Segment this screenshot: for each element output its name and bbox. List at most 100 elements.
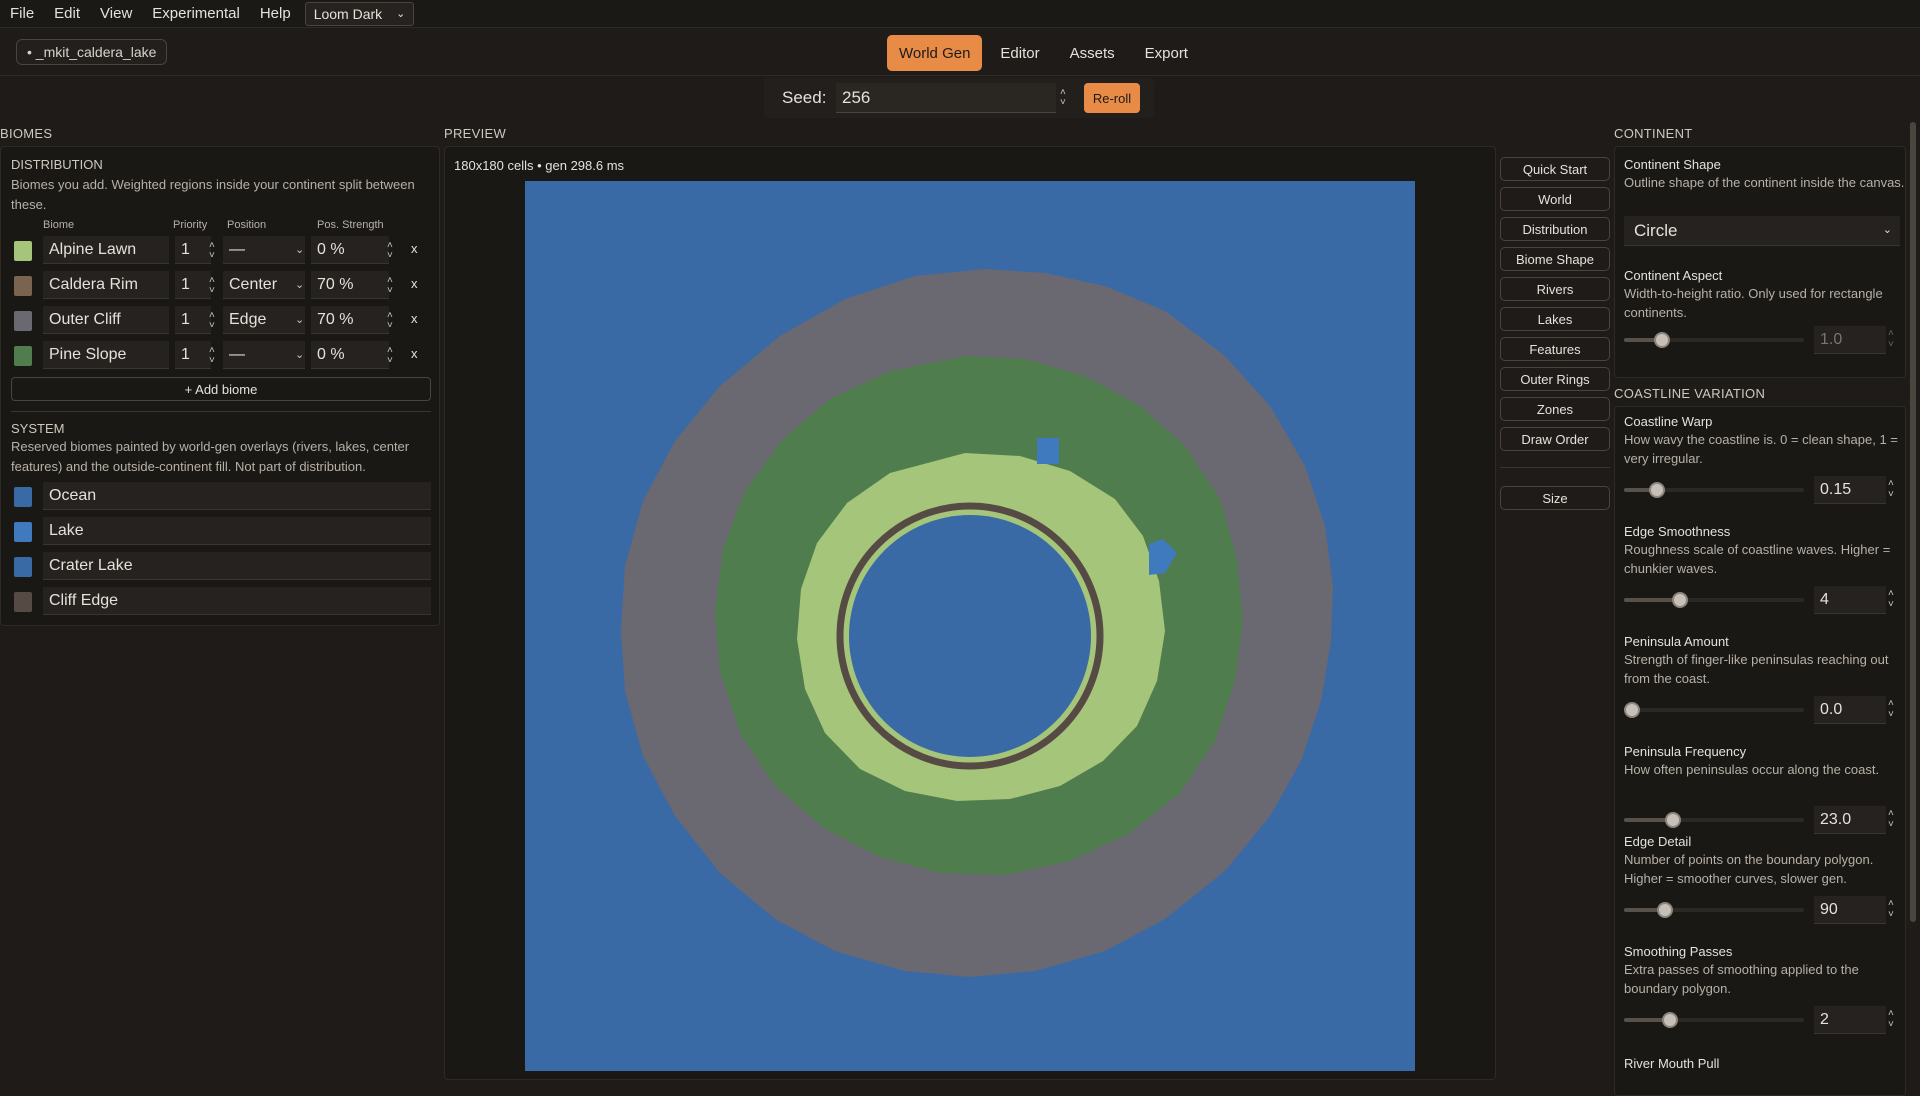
nav-rivers-button[interactable]: Rivers: [1500, 277, 1610, 301]
nav-size-button[interactable]: Size: [1500, 486, 1610, 510]
biome-color-swatch[interactable]: [14, 241, 32, 261]
position-select[interactable]: Edge: [223, 306, 305, 334]
nav-features-button[interactable]: Features: [1500, 337, 1610, 361]
continent-shape-select[interactable]: Circle ⌄: [1624, 216, 1900, 246]
menu-view[interactable]: View: [90, 5, 142, 22]
param-stepper[interactable]: ˄ ˅: [1888, 808, 1894, 830]
param-value-input[interactable]: 4: [1814, 586, 1886, 614]
chevron-down-icon[interactable]: ˅: [209, 251, 215, 261]
param-slider[interactable]: [1624, 592, 1804, 608]
chevron-down-icon[interactable]: ˅: [209, 286, 215, 296]
biome-name-input[interactable]: Caldera Rim: [43, 271, 169, 299]
seed-stepper[interactable]: ˄ ˅: [1060, 84, 1066, 112]
nav-lakes-button[interactable]: Lakes: [1500, 307, 1610, 331]
param-value-input[interactable]: 0.15: [1814, 476, 1886, 504]
nav-quick-start-button[interactable]: Quick Start: [1500, 157, 1610, 181]
param-value-input[interactable]: 23.0: [1814, 806, 1886, 834]
chevron-up-icon[interactable]: ˄: [1888, 808, 1894, 819]
priority-input[interactable]: 1: [175, 271, 211, 299]
slider-knob[interactable]: [1665, 812, 1681, 828]
menu-edit[interactable]: Edit: [44, 5, 90, 22]
chevron-up-icon[interactable]: ˄: [1888, 898, 1894, 909]
continent-aspect-input[interactable]: 1.0: [1814, 326, 1886, 354]
chevron-up-icon[interactable]: ˄: [1888, 328, 1894, 339]
chevron-up-icon[interactable]: ˄: [1888, 588, 1894, 599]
param-value-input[interactable]: 2: [1814, 1006, 1886, 1034]
nav-world-button[interactable]: World: [1500, 187, 1610, 211]
pos-strength-input[interactable]: 70 %: [311, 306, 389, 334]
pos-strength-stepper[interactable]: ˄ ˅: [387, 237, 393, 265]
chevron-down-icon[interactable]: ˅: [387, 321, 393, 331]
remove-biome-button[interactable]: x: [411, 311, 418, 326]
tab-assets[interactable]: Assets: [1058, 35, 1127, 71]
param-slider[interactable]: [1624, 702, 1804, 718]
remove-biome-button[interactable]: x: [411, 346, 418, 361]
menu-help[interactable]: Help: [250, 5, 301, 22]
priority-input[interactable]: 1: [175, 341, 211, 369]
param-stepper[interactable]: ˄ ˅: [1888, 898, 1894, 920]
reroll-button[interactable]: Re-roll: [1084, 83, 1140, 113]
chevron-down-icon[interactable]: ˅: [387, 286, 393, 296]
chevron-down-icon[interactable]: ˅: [387, 356, 393, 366]
param-value-input[interactable]: 90: [1814, 896, 1886, 924]
chevron-down-icon[interactable]: ˅: [1888, 709, 1894, 720]
biome-name-input[interactable]: Alpine Lawn: [43, 236, 169, 264]
param-stepper[interactable]: ˄ ˅: [1888, 588, 1894, 610]
pos-strength-stepper[interactable]: ˄ ˅: [387, 272, 393, 300]
position-select[interactable]: —: [223, 236, 305, 264]
pos-strength-input[interactable]: 70 %: [311, 271, 389, 299]
chevron-down-icon[interactable]: ˅: [209, 321, 215, 331]
param-slider[interactable]: [1624, 812, 1804, 828]
priority-input[interactable]: 1: [175, 306, 211, 334]
chevron-down-icon[interactable]: ˅: [387, 251, 393, 261]
priority-stepper[interactable]: ˄ ˅: [209, 237, 215, 265]
file-name-tag[interactable]: • _mkit_caldera_lake: [16, 39, 168, 65]
biome-color-swatch[interactable]: [14, 276, 32, 296]
pos-strength-input[interactable]: 0 %: [311, 236, 389, 264]
chevron-down-icon[interactable]: ˅: [1888, 1019, 1894, 1030]
right-panel-scrollbar[interactable]: [1910, 122, 1916, 922]
world-preview-map[interactable]: [525, 181, 1415, 1071]
nav-zones-button[interactable]: Zones: [1500, 397, 1610, 421]
chevron-down-icon[interactable]: ˅: [1060, 98, 1066, 108]
param-slider[interactable]: [1624, 902, 1804, 918]
param-stepper[interactable]: ˄ ˅: [1888, 478, 1894, 500]
chevron-down-icon[interactable]: ˅: [1888, 489, 1894, 500]
remove-biome-button[interactable]: x: [411, 276, 418, 291]
nav-distribution-button[interactable]: Distribution: [1500, 217, 1610, 241]
param-value-input[interactable]: 0.0: [1814, 696, 1886, 724]
priority-input[interactable]: 1: [175, 236, 211, 264]
param-stepper[interactable]: ˄ ˅: [1888, 698, 1894, 720]
chevron-down-icon[interactable]: ˅: [1888, 909, 1894, 920]
nav-draw-order-button[interactable]: Draw Order: [1500, 427, 1610, 451]
biome-name-input[interactable]: Outer Cliff: [43, 306, 169, 334]
slider-knob[interactable]: [1648, 482, 1665, 498]
biome-color-swatch[interactable]: [14, 311, 32, 331]
chevron-up-icon[interactable]: ˄: [1888, 698, 1894, 709]
theme-select[interactable]: Loom Dark ⌄: [304, 1, 415, 26]
slider-knob[interactable]: [1653, 332, 1670, 348]
pos-strength-stepper[interactable]: ˄ ˅: [387, 342, 393, 370]
remove-biome-button[interactable]: x: [411, 241, 418, 256]
priority-stepper[interactable]: ˄ ˅: [209, 272, 215, 300]
slider-knob[interactable]: [1624, 702, 1640, 718]
param-stepper[interactable]: ˄ ˅: [1888, 1008, 1894, 1030]
slider-knob[interactable]: [1656, 902, 1673, 918]
priority-stepper[interactable]: ˄ ˅: [209, 307, 215, 335]
biome-name-input[interactable]: Pine Slope: [43, 341, 169, 369]
continent-aspect-stepper[interactable]: ˄ ˅: [1888, 328, 1894, 350]
param-slider[interactable]: [1624, 482, 1804, 498]
param-slider[interactable]: [1624, 1012, 1804, 1028]
chevron-down-icon[interactable]: ˅: [1888, 599, 1894, 610]
pos-strength-input[interactable]: 0 %: [311, 341, 389, 369]
tab-export[interactable]: Export: [1133, 35, 1200, 71]
chevron-up-icon[interactable]: ˄: [1888, 478, 1894, 489]
continent-aspect-slider[interactable]: [1624, 332, 1804, 348]
priority-stepper[interactable]: ˄ ˅: [209, 342, 215, 370]
pos-strength-stepper[interactable]: ˄ ˅: [387, 307, 393, 335]
slider-knob[interactable]: [1671, 592, 1688, 608]
nav-biome-shape-button[interactable]: Biome Shape: [1500, 247, 1610, 271]
tab-editor[interactable]: Editor: [988, 35, 1051, 71]
nav-outer-rings-button[interactable]: Outer Rings: [1500, 367, 1610, 391]
chevron-down-icon[interactable]: ˅: [209, 356, 215, 366]
